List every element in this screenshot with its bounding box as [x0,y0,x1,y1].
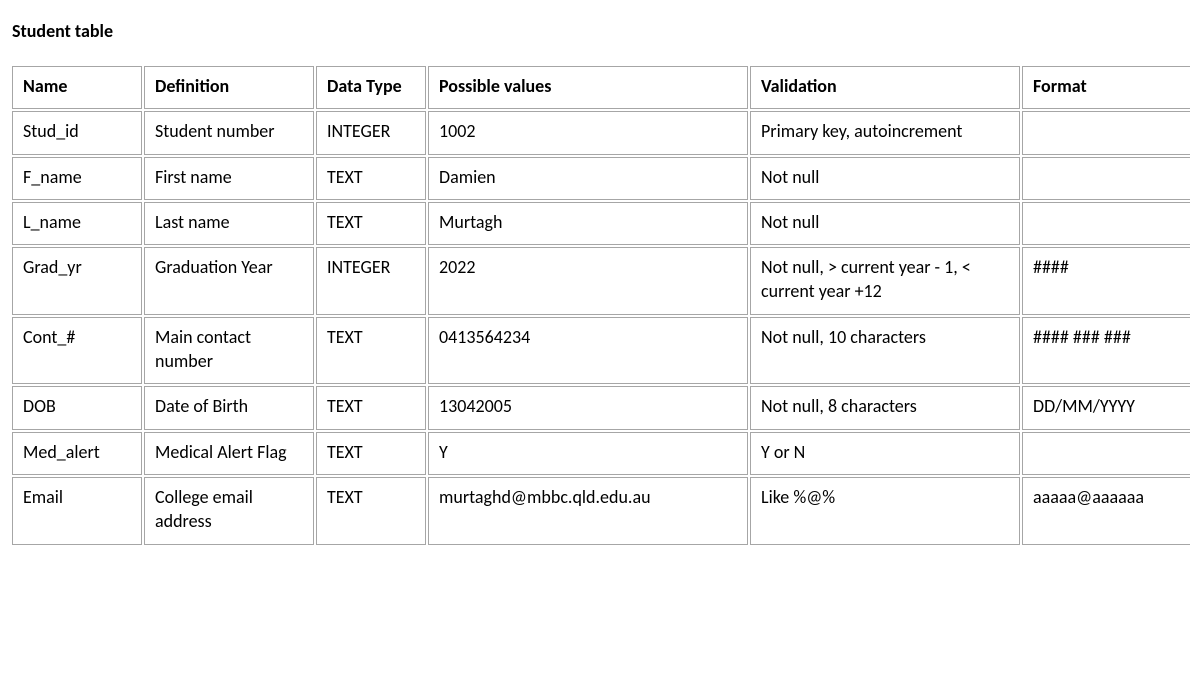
student-schema-table: Name Definition Data Type Possible value… [10,64,1190,547]
cell-datatype: INTEGER [316,111,426,154]
cell-validation: Like %@% [750,477,1020,545]
cell-validation: Not null, 10 characters [750,317,1020,385]
cell-definition: Student number [144,111,314,154]
table-row: DOB Date of Birth TEXT 13042005 Not null… [12,386,1190,429]
cell-name: Cont_# [12,317,142,385]
cell-validation: Not null, > current year - 1, < current … [750,247,1020,315]
cell-definition: Medical Alert Flag [144,432,314,475]
cell-definition: First name [144,157,314,200]
cell-datatype: TEXT [316,477,426,545]
cell-validation: Y or N [750,432,1020,475]
table-row: Cont_# Main contact number TEXT 04135642… [12,317,1190,385]
col-header-format: Format [1022,66,1190,109]
cell-datatype: TEXT [316,157,426,200]
cell-datatype: TEXT [316,432,426,475]
cell-name: Med_alert [12,432,142,475]
cell-possible: Y [428,432,748,475]
cell-possible: Murtagh [428,202,748,245]
col-header-validation: Validation [750,66,1020,109]
cell-possible: murtaghd@mbbc.qld.edu.au [428,477,748,545]
cell-possible: 2022 [428,247,748,315]
table-header-row: Name Definition Data Type Possible value… [12,66,1190,109]
cell-possible: Damien [428,157,748,200]
cell-datatype: INTEGER [316,247,426,315]
cell-format: aaaaa@aaaaaa [1022,477,1190,545]
cell-definition: Main contact number [144,317,314,385]
table-row: Email College email address TEXT murtagh… [12,477,1190,545]
table-row: L_name Last name TEXT Murtagh Not null [12,202,1190,245]
cell-name: F_name [12,157,142,200]
cell-format [1022,157,1190,200]
cell-format [1022,111,1190,154]
page-title: Student table [12,20,1180,42]
cell-datatype: TEXT [316,317,426,385]
cell-datatype: TEXT [316,386,426,429]
cell-definition: Date of Birth [144,386,314,429]
cell-name: L_name [12,202,142,245]
cell-format: DD/MM/YYYY [1022,386,1190,429]
table-row: Grad_yr Graduation Year INTEGER 2022 Not… [12,247,1190,315]
cell-name: DOB [12,386,142,429]
cell-possible: 1002 [428,111,748,154]
cell-validation: Not null [750,202,1020,245]
cell-validation: Primary key, autoincrement [750,111,1020,154]
col-header-definition: Definition [144,66,314,109]
cell-name: Email [12,477,142,545]
col-header-datatype: Data Type [316,66,426,109]
table-row: F_name First name TEXT Damien Not null [12,157,1190,200]
col-header-name: Name [12,66,142,109]
cell-format: #### ### ### [1022,317,1190,385]
col-header-possible: Possible values [428,66,748,109]
cell-format: #### [1022,247,1190,315]
cell-possible: 0413564234 [428,317,748,385]
cell-format [1022,202,1190,245]
cell-definition: Last name [144,202,314,245]
cell-name: Stud_id [12,111,142,154]
cell-definition: College email address [144,477,314,545]
cell-validation: Not null [750,157,1020,200]
cell-format [1022,432,1190,475]
cell-possible: 13042005 [428,386,748,429]
table-row: Med_alert Medical Alert Flag TEXT Y Y or… [12,432,1190,475]
table-row: Stud_id Student number INTEGER 1002 Prim… [12,111,1190,154]
cell-validation: Not null, 8 characters [750,386,1020,429]
cell-name: Grad_yr [12,247,142,315]
cell-datatype: TEXT [316,202,426,245]
cell-definition: Graduation Year [144,247,314,315]
